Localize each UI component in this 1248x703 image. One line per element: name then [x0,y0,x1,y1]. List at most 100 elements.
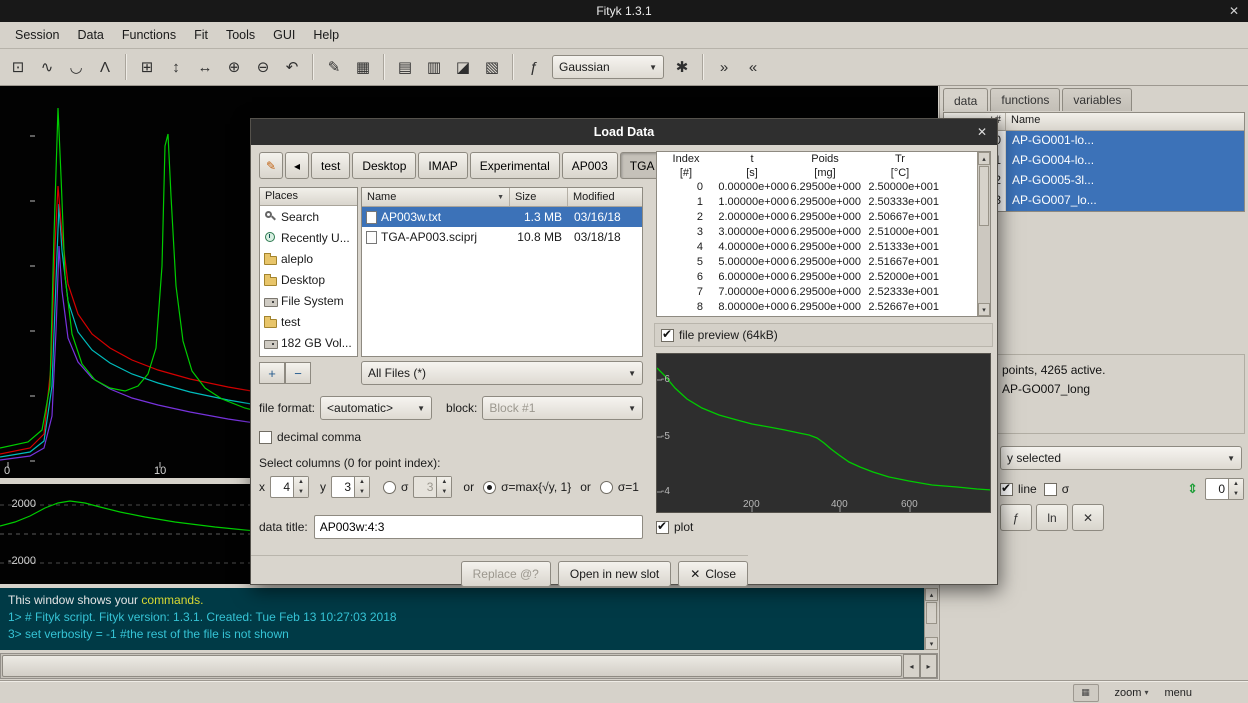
y-column-value: 3 [332,477,354,497]
path-button-imap[interactable]: IMAP [418,152,467,179]
data-title-input[interactable] [314,515,643,539]
script-editor-icon[interactable]: ✎ [320,53,348,81]
path-button-desktop[interactable]: Desktop [352,152,416,179]
open-in-new-slot-button[interactable]: Open in new slot [558,561,671,587]
output-console[interactable]: This window shows your commands. 1> # Fi… [0,588,938,650]
tab-variables[interactable]: variables [1062,88,1132,111]
data-display-combo[interactable]: y selected ▼ [1000,446,1242,470]
baseline-mode-icon[interactable]: ◡ [62,53,90,81]
dialog-close-icon[interactable]: ✕ [977,119,987,145]
places-panel: Places SearchRecently U...aleploDesktopF… [259,187,358,357]
zoom-vertical-icon[interactable]: ↕ [162,53,190,81]
delete-data-button[interactable]: ✕ [1072,504,1104,531]
preview-col-header: t [715,152,789,166]
scroll-left-icon[interactable]: ◂ [903,654,920,678]
path-back-button[interactable]: ◂ [285,152,309,179]
save-session-icon[interactable]: ▧ [478,53,506,81]
menu-data[interactable]: Data [68,24,112,46]
spin-arrows-icon[interactable]: ▲▼ [354,477,369,497]
menu-tools[interactable]: Tools [217,24,264,46]
load-data-icon[interactable]: ▥ [420,53,448,81]
spin-arrows-icon[interactable]: ▲▼ [1228,479,1243,499]
path-button-test[interactable]: test [311,152,350,179]
sigma-one-radio[interactable]: σ=1 [600,480,639,494]
file-filter-combo[interactable]: All Files (*) ▼ [361,361,643,385]
scroll-thumb[interactable] [926,602,937,624]
spin-arrows-icon[interactable]: ▲▼ [293,477,308,497]
sigma-max-radio[interactable]: σ=max{√y, 1} [483,480,571,494]
scroll-right-icon[interactable]: ▸ [920,654,937,678]
undo-fit-icon[interactable]: « [739,53,767,81]
sigma-checkbox[interactable]: σ [1044,482,1069,496]
status-zoom-menu[interactable]: zoom▾ [1115,687,1149,699]
place-test[interactable]: test [260,311,357,332]
point-size-spinner[interactable]: 0 ▲▼ [1205,478,1244,500]
place-aleplo[interactable]: aleplo [260,248,357,269]
data-table-icon[interactable]: ▦ [349,53,377,81]
tab-functions[interactable]: functions [990,88,1060,111]
input-grid-icon[interactable]: ▦ [1073,684,1099,702]
menu-functions[interactable]: Functions [113,24,185,46]
scroll-up-icon[interactable]: ▴ [925,588,938,601]
column-header-modified[interactable]: Modified [568,188,642,206]
export-plot-icon[interactable]: ◪ [449,53,477,81]
sigma-column-radio[interactable]: σ [383,480,408,494]
previous-zoom-icon[interactable]: ↶ [278,53,306,81]
window-close-icon[interactable]: ✕ [1229,0,1239,22]
menu-gui[interactable]: GUI [264,24,304,46]
add-peak-mode-icon[interactable]: Λ [91,53,119,81]
zoom-horizontal-icon[interactable]: ↔ [191,53,219,81]
tab-data[interactable]: data [943,88,988,111]
data-list-header-name[interactable]: Name [1006,113,1244,130]
path-button-experimental[interactable]: Experimental [470,152,560,179]
y-column-spinner[interactable]: 3 ▲▼ [331,476,370,498]
toolbar: ⊡∿◡Λ ⊞↕↔⊕⊖↶ ✎▦ ▤▥◪▧ ƒ Gaussian ▼ ✱ »« [0,49,1248,86]
add-bookmark-button[interactable]: + [259,362,285,384]
file-format-combo[interactable]: <automatic> ▼ [320,396,432,420]
plot-checkbox[interactable]: plot [656,520,693,534]
scroll-up-icon[interactable]: ▴ [978,152,990,165]
block-label: block: [446,401,477,415]
console-scrollbar[interactable]: ▴ ▾ [924,588,938,650]
zoom-out-icon[interactable]: ⊖ [249,53,277,81]
place-182-gb-vol[interactable]: 182 GB Vol... [260,332,357,353]
remove-bookmark-button[interactable]: − [285,362,311,384]
menu-session[interactable]: Session [6,24,68,46]
file-row-tga-ap003-sciprj[interactable]: TGA-AP003.sciprj10.8 MB03/18/18 [362,227,642,247]
file-preview-checkbox[interactable]: file preview (64kB) [661,328,778,342]
place-desktop[interactable]: Desktop [260,269,357,290]
menu-help[interactable]: Help [304,24,348,46]
preview-scrollbar[interactable]: ▴ ▾ [977,152,990,316]
place-search[interactable]: Search [260,206,357,227]
close-button[interactable]: ✕ Close [678,561,748,587]
line-checkbox[interactable]: line [1000,482,1037,496]
data-transform-button[interactable]: ƒ [1000,504,1032,531]
status-menu[interactable]: menu [1164,687,1192,699]
menu-fit[interactable]: Fit [185,24,217,46]
place-recently-u[interactable]: Recently U... [260,227,357,248]
scroll-down-icon[interactable]: ▾ [978,303,990,316]
zoom-rect-mode-icon[interactable]: ⊡ [4,53,32,81]
open-session-icon[interactable]: ▤ [391,53,419,81]
zoom-all-icon[interactable]: ⊞ [133,53,161,81]
define-function-icon[interactable]: ✱ [668,53,696,81]
run-fit-icon[interactable]: » [710,53,738,81]
decimal-comma-checkbox[interactable]: decimal comma [259,430,361,444]
scroll-thumb[interactable] [979,166,989,226]
file-row-ap003w-txt[interactable]: AP003w.txt1.3 MB03/16/18 [362,207,642,227]
type-filename-button[interactable]: ✎ [259,152,283,179]
horizontal-scrollbar[interactable]: ◂ ▸ [0,653,938,679]
preview-cell: 2.51667e+001 [861,255,939,270]
x-column-spinner[interactable]: 4 ▲▼ [270,476,309,498]
scrollbar-thumb[interactable] [2,655,902,677]
zoom-in-icon[interactable]: ⊕ [220,53,248,81]
function-type-combo[interactable]: Gaussian ▼ [552,55,664,79]
scroll-down-icon[interactable]: ▾ [925,637,938,650]
column-header-size[interactable]: Size [510,188,568,206]
data-range-mode-icon[interactable]: ∿ [33,53,61,81]
log-scale-button[interactable]: ln [1036,504,1068,531]
column-header-name[interactable]: Name▼ [362,188,510,206]
place-file-system[interactable]: File System [260,290,357,311]
add-function-icon[interactable]: ƒ [520,53,548,81]
path-button-ap003[interactable]: AP003 [562,152,618,179]
